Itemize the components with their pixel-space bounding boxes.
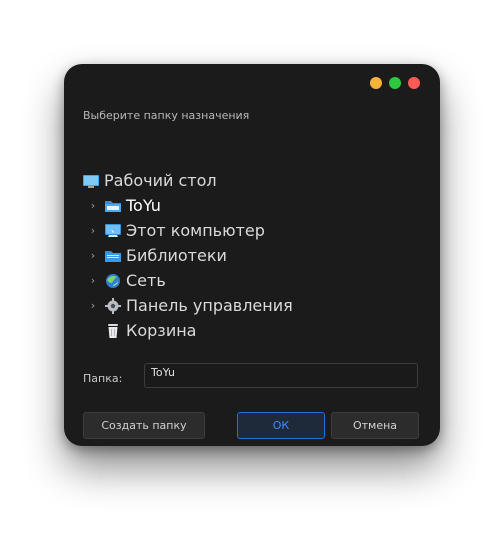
maximize-button[interactable] [389, 77, 401, 89]
ok-button[interactable]: ОК [237, 412, 325, 439]
tree-item-label: Корзина [126, 321, 197, 340]
window-controls [370, 77, 420, 89]
chevron-right-icon[interactable]: › [86, 249, 100, 263]
tree-item-label: ToYu [126, 196, 161, 215]
tree-item-libraries[interactable]: › Библиотеки [82, 243, 422, 268]
tree-item-network[interactable]: › Сеть [82, 268, 422, 293]
desktop-icon [82, 172, 100, 190]
computer-icon [104, 222, 122, 240]
cancel-button[interactable]: Отмена [331, 412, 419, 439]
tree-item-label: Этот компьютер [126, 221, 265, 240]
chevron-right-icon[interactable]: › [86, 224, 100, 238]
tree-item-toyu[interactable]: › ToYu [82, 193, 422, 218]
folder-tree: Рабочий стол › ToYu › Этот компьютер › Б… [82, 168, 422, 343]
network-icon [104, 272, 122, 290]
minimize-button[interactable] [370, 77, 382, 89]
tree-item-label: Сеть [126, 271, 166, 290]
chevron-right-icon[interactable]: › [86, 299, 100, 313]
tree-item-this-pc[interactable]: › Этот компьютер [82, 218, 422, 243]
recycle-bin-icon [104, 322, 122, 340]
tree-item-recycle-bin[interactable]: › Корзина [82, 318, 422, 343]
folder-icon [104, 197, 122, 215]
tree-item-label: Панель управления [126, 296, 293, 315]
tree-item-label: Рабочий стол [104, 171, 217, 190]
folder-field-label: Папка: [83, 372, 123, 385]
chevron-right-icon[interactable]: › [86, 274, 100, 288]
tree-item-desktop[interactable]: Рабочий стол [82, 168, 422, 193]
folder-picker-dialog: Выберите папку назначения Рабочий стол › [64, 64, 440, 446]
tree-item-label: Библиотеки [126, 246, 227, 265]
control-panel-icon [104, 297, 122, 315]
chevron-right-icon[interactable]: › [86, 199, 100, 213]
create-folder-button[interactable]: Создать папку [83, 412, 205, 439]
dialog-prompt: Выберите папку назначения [83, 109, 250, 122]
close-button[interactable] [408, 77, 420, 89]
folder-name-input[interactable] [144, 363, 418, 388]
libraries-icon [104, 247, 122, 265]
tree-item-control-panel[interactable]: › Панель управления [82, 293, 422, 318]
